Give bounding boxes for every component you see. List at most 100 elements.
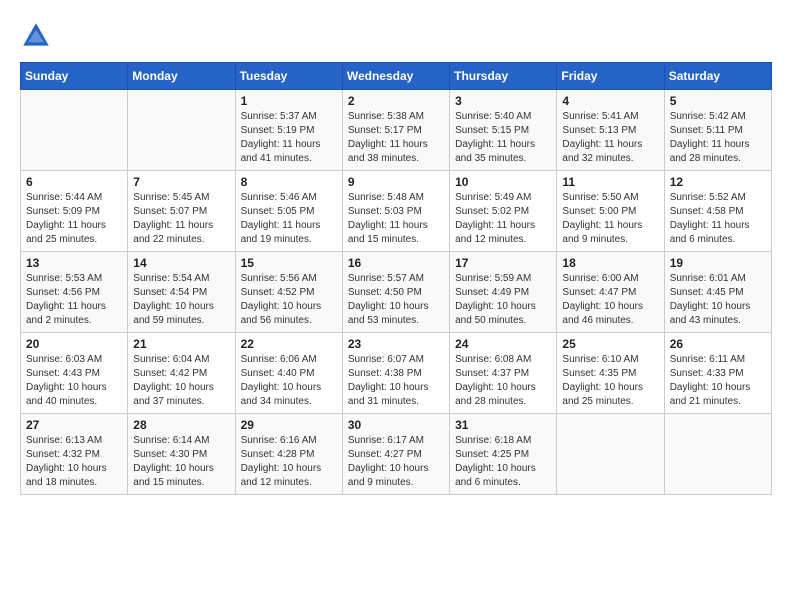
weekday-header-tuesday: Tuesday	[235, 63, 342, 90]
weekday-header-wednesday: Wednesday	[342, 63, 449, 90]
day-number: 2	[348, 94, 444, 108]
calendar-cell: 24 Sunrise: 6:08 AM Sunset: 4:37 PM Dayli…	[450, 333, 557, 414]
day-number: 18	[562, 256, 658, 270]
day-number: 27	[26, 418, 122, 432]
calendar-week-row: 27 Sunrise: 6:13 AM Sunset: 4:32 PM Dayli…	[21, 414, 772, 495]
weekday-header-monday: Monday	[128, 63, 235, 90]
calendar-cell: 22 Sunrise: 6:06 AM Sunset: 4:40 PM Dayli…	[235, 333, 342, 414]
day-number: 28	[133, 418, 229, 432]
day-info: Sunrise: 5:57 AM Sunset: 4:50 PM Dayligh…	[348, 272, 444, 328]
calendar-table: SundayMondayTuesdayWednesdayThursdayFrid…	[20, 62, 772, 495]
day-number: 11	[562, 175, 658, 189]
day-number: 30	[348, 418, 444, 432]
calendar-cell: 27 Sunrise: 6:13 AM Sunset: 4:32 PM Dayli…	[21, 414, 128, 495]
day-info: Sunrise: 6:01 AM Sunset: 4:45 PM Dayligh…	[670, 272, 766, 328]
day-number: 12	[670, 175, 766, 189]
day-info: Sunrise: 6:16 AM Sunset: 4:28 PM Dayligh…	[241, 434, 337, 490]
calendar-week-row: 13 Sunrise: 5:53 AM Sunset: 4:56 PM Dayli…	[21, 252, 772, 333]
day-number: 26	[670, 337, 766, 351]
day-number: 10	[455, 175, 551, 189]
weekday-header-friday: Friday	[557, 63, 664, 90]
day-info: Sunrise: 6:08 AM Sunset: 4:37 PM Dayligh…	[455, 353, 551, 409]
day-number: 29	[241, 418, 337, 432]
day-info: Sunrise: 5:50 AM Sunset: 5:00 PM Dayligh…	[562, 191, 658, 247]
logo-icon	[20, 20, 52, 52]
day-number: 3	[455, 94, 551, 108]
calendar-cell: 15 Sunrise: 5:56 AM Sunset: 4:52 PM Dayli…	[235, 252, 342, 333]
day-info: Sunrise: 5:53 AM Sunset: 4:56 PM Dayligh…	[26, 272, 122, 328]
calendar-cell	[128, 90, 235, 171]
calendar-week-row: 20 Sunrise: 6:03 AM Sunset: 4:43 PM Dayli…	[21, 333, 772, 414]
day-number: 6	[26, 175, 122, 189]
weekday-header-sunday: Sunday	[21, 63, 128, 90]
logo	[20, 20, 56, 52]
day-info: Sunrise: 5:48 AM Sunset: 5:03 PM Dayligh…	[348, 191, 444, 247]
day-info: Sunrise: 6:18 AM Sunset: 4:25 PM Dayligh…	[455, 434, 551, 490]
day-number: 15	[241, 256, 337, 270]
calendar-cell: 2 Sunrise: 5:38 AM Sunset: 5:17 PM Daylig…	[342, 90, 449, 171]
calendar-cell: 16 Sunrise: 5:57 AM Sunset: 4:50 PM Dayli…	[342, 252, 449, 333]
calendar-cell: 19Sunrise: 6:01 AM Sunset: 4:45 PM Dayli…	[664, 252, 771, 333]
day-number: 1	[241, 94, 337, 108]
calendar-cell	[557, 414, 664, 495]
day-info: Sunrise: 5:54 AM Sunset: 4:54 PM Dayligh…	[133, 272, 229, 328]
day-number: 23	[348, 337, 444, 351]
calendar-cell: 17 Sunrise: 5:59 AM Sunset: 4:49 PM Dayli…	[450, 252, 557, 333]
calendar-cell	[21, 90, 128, 171]
day-info: Sunrise: 5:42 AM Sunset: 5:11 PM Dayligh…	[670, 110, 766, 166]
day-number: 17	[455, 256, 551, 270]
calendar-cell: 3 Sunrise: 5:40 AM Sunset: 5:15 PM Daylig…	[450, 90, 557, 171]
calendar-cell: 28 Sunrise: 6:14 AM Sunset: 4:30 PM Dayli…	[128, 414, 235, 495]
day-info: Sunrise: 5:44 AM Sunset: 5:09 PM Dayligh…	[26, 191, 122, 247]
day-info: Sunrise: 6:10 AM Sunset: 4:35 PM Dayligh…	[562, 353, 658, 409]
day-info: Sunrise: 6:03 AM Sunset: 4:43 PM Dayligh…	[26, 353, 122, 409]
day-number: 22	[241, 337, 337, 351]
calendar-cell: 29 Sunrise: 6:16 AM Sunset: 4:28 PM Dayli…	[235, 414, 342, 495]
calendar-cell: 14Sunrise: 5:54 AM Sunset: 4:54 PM Dayli…	[128, 252, 235, 333]
day-number: 24	[455, 337, 551, 351]
day-number: 21	[133, 337, 229, 351]
day-info: Sunrise: 5:56 AM Sunset: 4:52 PM Dayligh…	[241, 272, 337, 328]
calendar-cell: 8 Sunrise: 5:46 AM Sunset: 5:05 PM Daylig…	[235, 171, 342, 252]
day-number: 20	[26, 337, 122, 351]
calendar-cell: 9 Sunrise: 5:48 AM Sunset: 5:03 PM Daylig…	[342, 171, 449, 252]
day-info: Sunrise: 5:38 AM Sunset: 5:17 PM Dayligh…	[348, 110, 444, 166]
day-info: Sunrise: 6:07 AM Sunset: 4:38 PM Dayligh…	[348, 353, 444, 409]
day-info: Sunrise: 5:45 AM Sunset: 5:07 PM Dayligh…	[133, 191, 229, 247]
day-number: 31	[455, 418, 551, 432]
calendar-cell: 18 Sunrise: 6:00 AM Sunset: 4:47 PM Dayli…	[557, 252, 664, 333]
calendar-cell: 26 Sunrise: 6:11 AM Sunset: 4:33 PM Dayli…	[664, 333, 771, 414]
day-number: 25	[562, 337, 658, 351]
calendar-cell: 13 Sunrise: 5:53 AM Sunset: 4:56 PM Dayli…	[21, 252, 128, 333]
calendar-cell: 7Sunrise: 5:45 AM Sunset: 5:07 PM Daylig…	[128, 171, 235, 252]
day-info: Sunrise: 6:04 AM Sunset: 4:42 PM Dayligh…	[133, 353, 229, 409]
calendar-cell: 21 Sunrise: 6:04 AM Sunset: 4:42 PM Dayli…	[128, 333, 235, 414]
day-info: Sunrise: 6:06 AM Sunset: 4:40 PM Dayligh…	[241, 353, 337, 409]
day-number: 9	[348, 175, 444, 189]
day-number: 16	[348, 256, 444, 270]
calendar-header-row: SundayMondayTuesdayWednesdayThursdayFrid…	[21, 63, 772, 90]
calendar-week-row: 6 Sunrise: 5:44 AM Sunset: 5:09 PM Daylig…	[21, 171, 772, 252]
day-info: Sunrise: 6:17 AM Sunset: 4:27 PM Dayligh…	[348, 434, 444, 490]
day-number: 4	[562, 94, 658, 108]
page-header	[20, 20, 772, 52]
calendar-cell: 31 Sunrise: 6:18 AM Sunset: 4:25 PM Dayli…	[450, 414, 557, 495]
day-info: Sunrise: 5:49 AM Sunset: 5:02 PM Dayligh…	[455, 191, 551, 247]
weekday-header-saturday: Saturday	[664, 63, 771, 90]
day-info: Sunrise: 5:46 AM Sunset: 5:05 PM Dayligh…	[241, 191, 337, 247]
day-info: Sunrise: 5:59 AM Sunset: 4:49 PM Dayligh…	[455, 272, 551, 328]
calendar-cell: 5 Sunrise: 5:42 AM Sunset: 5:11 PM Daylig…	[664, 90, 771, 171]
day-info: Sunrise: 6:14 AM Sunset: 4:30 PM Dayligh…	[133, 434, 229, 490]
day-number: 5	[670, 94, 766, 108]
calendar-cell: 6 Sunrise: 5:44 AM Sunset: 5:09 PM Daylig…	[21, 171, 128, 252]
calendar-cell: 25 Sunrise: 6:10 AM Sunset: 4:35 PM Dayli…	[557, 333, 664, 414]
day-number: 8	[241, 175, 337, 189]
day-info: Sunrise: 5:40 AM Sunset: 5:15 PM Dayligh…	[455, 110, 551, 166]
day-info: Sunrise: 6:13 AM Sunset: 4:32 PM Dayligh…	[26, 434, 122, 490]
day-info: Sunrise: 6:11 AM Sunset: 4:33 PM Dayligh…	[670, 353, 766, 409]
calendar-cell: 20 Sunrise: 6:03 AM Sunset: 4:43 PM Dayli…	[21, 333, 128, 414]
calendar-cell: 1Sunrise: 5:37 AM Sunset: 5:19 PM Daylig…	[235, 90, 342, 171]
day-number: 13	[26, 256, 122, 270]
calendar-cell: 12Sunrise: 5:52 AM Sunset: 4:58 PM Dayli…	[664, 171, 771, 252]
day-info: Sunrise: 6:00 AM Sunset: 4:47 PM Dayligh…	[562, 272, 658, 328]
